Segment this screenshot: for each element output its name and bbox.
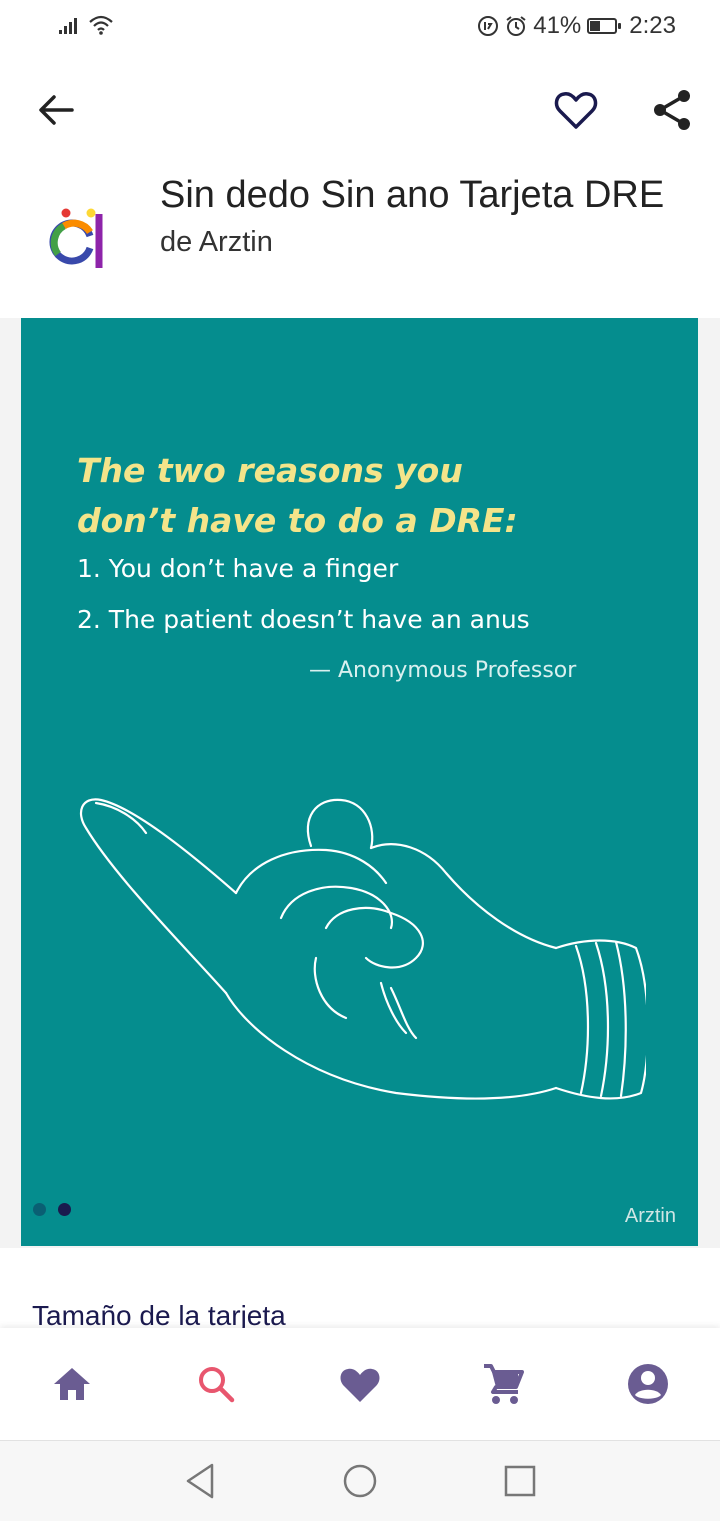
nav-cart-button[interactable] <box>480 1360 528 1408</box>
wifi-icon <box>89 15 113 35</box>
clock: 2:23 <box>629 12 676 39</box>
product-title: Sin dedo Sin ano Tarjeta DRE <box>160 174 665 216</box>
nav-search-button[interactable] <box>192 1360 240 1408</box>
favorite-button[interactable] <box>550 84 602 136</box>
gloved-hand-illustration <box>79 798 646 1100</box>
back-button[interactable] <box>30 84 82 136</box>
back-triangle-icon <box>186 1463 214 1499</box>
product-image-carousel[interactable]: The two reasons you don’t have to do a D… <box>0 318 720 1248</box>
favorites-icon <box>340 1368 380 1402</box>
share-button[interactable] <box>646 84 698 136</box>
cart-icon <box>484 1364 524 1404</box>
card-heading-line2: don’t have to do a DRE: <box>77 501 518 540</box>
alarm-icon <box>506 16 526 36</box>
system-home-button[interactable] <box>338 1459 382 1503</box>
nav-favorites-button[interactable] <box>336 1360 384 1408</box>
card-heading: The two reasons you don’t have to do a D… <box>77 446 518 546</box>
card-attribution: — Anonymous Professor <box>309 658 577 683</box>
recents-square-icon <box>504 1465 536 1497</box>
status-bar: 41% 2:23 <box>0 0 720 56</box>
nav-account-button[interactable] <box>624 1360 672 1408</box>
card-heading-line1: The two reasons you <box>77 451 463 490</box>
data-saver-icon <box>478 16 499 36</box>
signal-icon <box>59 18 77 34</box>
home-circle-icon <box>343 1464 377 1498</box>
card-line-1: 1. You don’t have a finger <box>77 554 399 583</box>
battery-percent: 41% <box>533 12 582 39</box>
card-line-2: 2. The patient doesn’t have an anus <box>77 605 530 634</box>
system-navigation-bar <box>0 1440 720 1521</box>
top-app-bar <box>0 72 720 148</box>
heart-outline-icon <box>554 92 598 129</box>
nav-home-button[interactable] <box>48 1360 96 1408</box>
home-icon <box>54 1368 90 1400</box>
carousel-dot-2[interactable] <box>58 1203 71 1216</box>
card-image: The two reasons you don’t have to do a D… <box>21 318 698 1246</box>
battery-icon <box>587 18 622 34</box>
carousel-indicator <box>33 1203 71 1216</box>
product-header: Sin dedo Sin ano Tarjeta DRE de Arztin <box>0 160 720 290</box>
bottom-navigation <box>0 1328 720 1440</box>
search-icon <box>199 1367 235 1403</box>
artist-watermark: Arztin <box>624 1205 676 1227</box>
share-icon <box>654 90 690 130</box>
account-icon <box>628 1364 668 1404</box>
carousel-dot-1[interactable] <box>33 1203 46 1216</box>
artist-name[interactable]: de Arztin <box>160 226 273 259</box>
artist-logo[interactable] <box>44 182 114 268</box>
arrow-back-icon <box>39 95 74 125</box>
system-recents-button[interactable] <box>498 1459 542 1503</box>
system-back-button[interactable] <box>178 1459 222 1503</box>
